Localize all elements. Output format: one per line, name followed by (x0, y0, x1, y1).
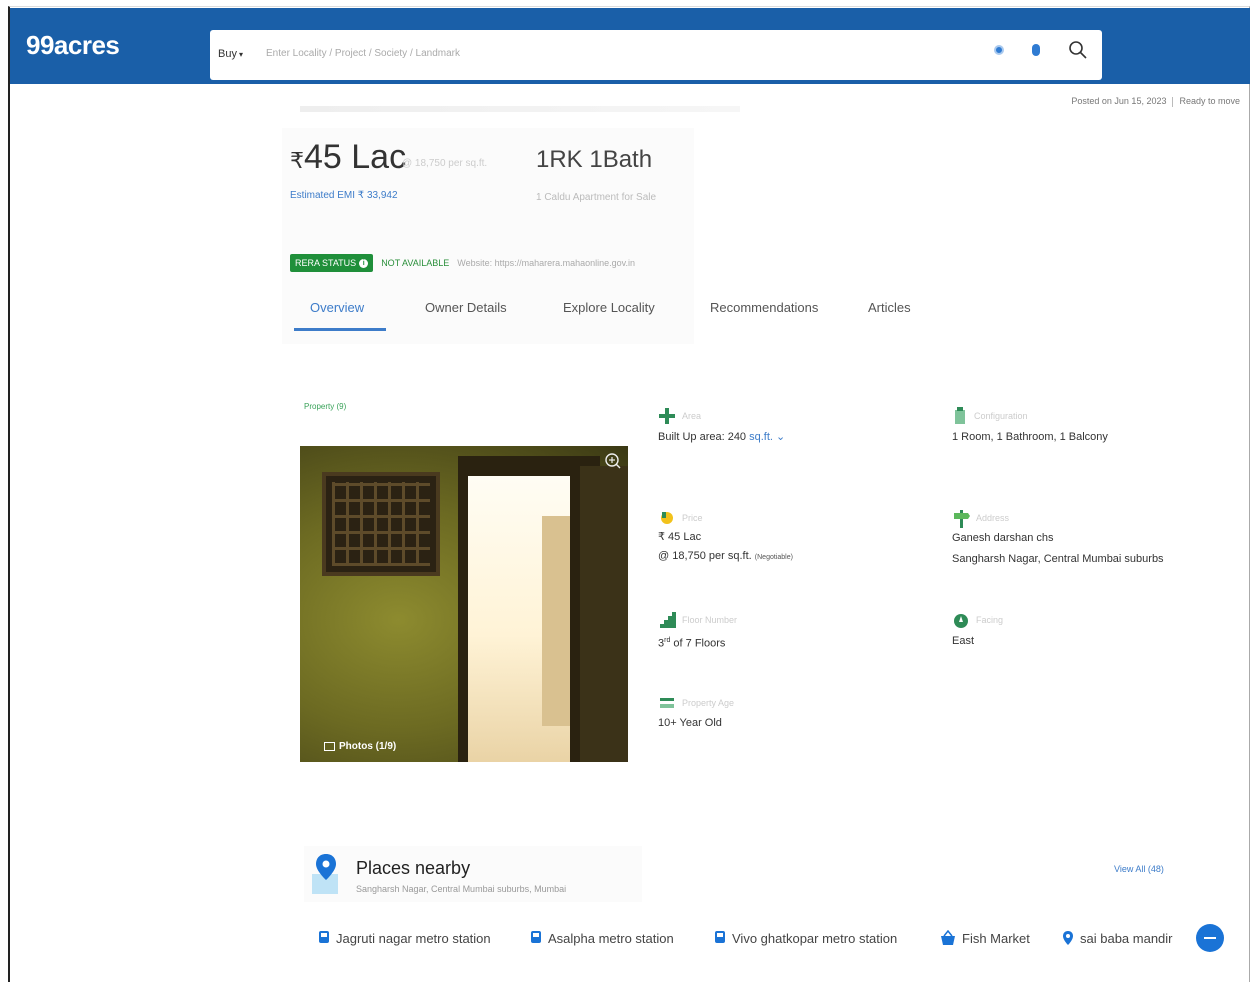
price-icon (661, 512, 673, 524)
unit-dropdown[interactable]: sq.ft. (749, 431, 773, 443)
search-bar: Buy ▾ Enter Locality / Project / Society … (210, 30, 1102, 80)
scroll-right-button[interactable] (1196, 924, 1224, 952)
metro-icon (319, 931, 329, 943)
rera-website: Website: https://maharera.mahaonline.gov… (457, 258, 635, 268)
rera-value: NOT AVAILABLE (381, 258, 450, 268)
zoom-in-icon[interactable] (604, 452, 622, 470)
tab-explore-locality[interactable]: Explore Locality (563, 300, 655, 315)
spec-facing: Facing East (952, 610, 1003, 652)
location-icon[interactable] (994, 45, 1004, 55)
stairs-icon (660, 612, 676, 628)
compass-icon (954, 614, 968, 628)
search-icon[interactable] (1068, 40, 1088, 60)
buy-dropdown[interactable]: Buy ▾ (218, 48, 243, 60)
spec-address: Address Ganesh darshan chs Sangharsh Nag… (952, 508, 1164, 570)
configuration-icon (955, 407, 965, 424)
location-pin-icon (1063, 931, 1073, 945)
property-type: 1 Caldu Apartment for Sale (536, 192, 657, 203)
top-navbar: 99acres Buy ▾ Enter Locality / Project / … (10, 8, 1250, 84)
price: ₹45 Lac (290, 138, 407, 176)
metro-icon (531, 931, 541, 943)
logo[interactable]: 99acres (26, 30, 120, 61)
photos-count[interactable]: Photos (1/9) (324, 741, 396, 752)
faint-breadcrumb (300, 106, 740, 112)
property-section-label: Property (9) (304, 402, 347, 411)
places-title: Places nearby (356, 858, 471, 878)
calendar-icon (660, 698, 674, 708)
tab-articles[interactable]: Articles (868, 300, 911, 315)
places-subtitle: Sangharsh Nagar, Central Mumbai suburbs,… (356, 884, 567, 894)
map-pin-icon (312, 854, 338, 894)
search-input[interactable]: Enter Locality / Project / Society / Lan… (266, 48, 460, 59)
basket-icon (941, 930, 955, 945)
chip-sai-baba-mandir[interactable]: sai baba mandir (1062, 930, 1173, 946)
tab-recommendations[interactable]: Recommendations (710, 300, 818, 315)
view-all-link[interactable]: View All (48) (1114, 864, 1164, 874)
configuration-title: 1RK 1Bath (536, 146, 653, 173)
price-per-sqft: @ 18,750 per sq.ft. (402, 158, 488, 169)
rera-badge[interactable]: RERA STATUS i (290, 254, 374, 272)
spec-configuration: Configuration 1 Room, 1 Bathroom, 1 Balc… (952, 406, 1108, 448)
chip-fish-market[interactable]: Fish Market (940, 930, 1030, 946)
signpost-icon (954, 510, 970, 528)
microphone-icon[interactable] (1032, 44, 1040, 56)
area-icon (659, 408, 675, 424)
places-nearby-header: Places nearby Sangharsh Nagar, Central M… (304, 846, 642, 902)
metro-icon (715, 931, 725, 943)
rera-row: RERA STATUS i NOT AVAILABLE Website: http… (290, 254, 635, 272)
info-icon: i (359, 258, 369, 268)
emi-link[interactable]: Estimated EMI ₹ 33,942 (290, 190, 398, 201)
tab-owner-details[interactable]: Owner Details (425, 300, 507, 315)
spec-age: Property Age 10+ Year Old (658, 694, 734, 734)
chevron-down-icon: ▾ (238, 50, 243, 59)
chip-asalpha[interactable]: Asalpha metro station (530, 930, 674, 946)
tab-overview[interactable]: Overview (310, 300, 364, 315)
spec-area: Area Built Up area: 240 sq.ft. ⌄ (658, 406, 785, 448)
posted-info: Posted on Jun 15, 2023 Ready to move (1071, 96, 1240, 107)
chip-vivo-ghatkopar[interactable]: Vivo ghatkopar metro station (714, 930, 897, 946)
spec-floor: Floor Number 3rd of 7 Floors (658, 610, 737, 655)
image-icon (324, 742, 335, 751)
chip-jagruti-nagar[interactable]: Jagruti nagar metro station (318, 930, 491, 946)
property-photo[interactable]: Photos (1/9) (300, 446, 628, 762)
active-tab-indicator (294, 328, 386, 331)
listing-subheader: Posted on Jun 15, 2023 Ready to move (10, 84, 1250, 120)
spec-price: Price ₹ 45 Lac @ 18,750 per sq.ft. (Nego… (658, 508, 793, 568)
